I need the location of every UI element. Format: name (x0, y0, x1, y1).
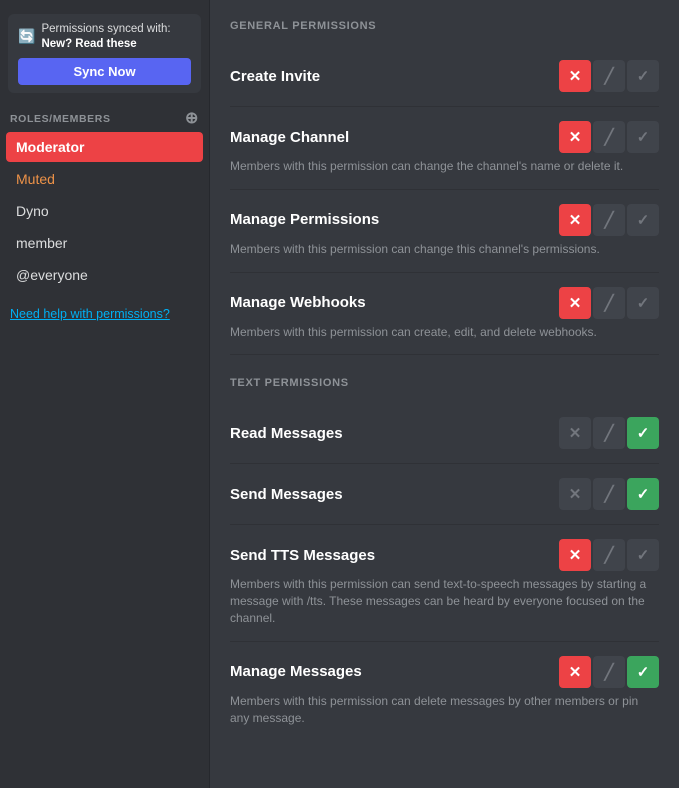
sidebar-item-dyno[interactable]: Dyno (6, 196, 203, 226)
allow-read-messages[interactable]: ✓ (627, 417, 659, 449)
permission-send-tts: Send TTS Messages ✕ ╱ ✓ Members with thi… (230, 525, 659, 641)
neutral-read-messages[interactable]: ╱ (593, 417, 625, 449)
sync-banner-top: 🔄 Permissions synced with: New? Read the… (18, 22, 191, 52)
neutral-manage-channel[interactable]: ╱ (593, 121, 625, 153)
permission-desc-manage-webhooks: Members with this permission can create,… (230, 324, 659, 341)
neutral-manage-permissions[interactable]: ╱ (593, 204, 625, 236)
sync-now-button[interactable]: Sync Now (18, 58, 191, 85)
permission-desc-manage-permissions: Members with this permission can change … (230, 241, 659, 258)
sync-banner: 🔄 Permissions synced with: New? Read the… (8, 14, 201, 93)
toggle-group-manage-permissions: ✕ ╱ ✓ (559, 204, 659, 236)
sidebar-item-everyone[interactable]: @everyone (6, 260, 203, 290)
sync-banner-text: Permissions synced with: New? Read these (41, 22, 191, 52)
sidebar-item-member[interactable]: member (6, 228, 203, 258)
permission-name-read-messages: Read Messages (230, 425, 343, 442)
toggle-group-read-messages: ✕ ╱ ✓ (559, 417, 659, 449)
toggle-group-manage-messages: ✕ ╱ ✓ (559, 656, 659, 688)
neutral-send-tts[interactable]: ╱ (593, 539, 625, 571)
toggle-group-send-tts: ✕ ╱ ✓ (559, 539, 659, 571)
toggle-group-manage-webhooks: ✕ ╱ ✓ (559, 287, 659, 319)
deny-create-invite[interactable]: ✕ (559, 60, 591, 92)
permission-name-manage-messages: Manage Messages (230, 663, 362, 680)
deny-manage-permissions[interactable]: ✕ (559, 204, 591, 236)
allow-manage-channel[interactable]: ✓ (627, 121, 659, 153)
permission-name-manage-channel: Manage Channel (230, 129, 349, 146)
permission-name-send-messages: Send Messages (230, 486, 343, 503)
permission-name-create-invite: Create Invite (230, 68, 320, 85)
permission-desc-manage-messages: Members with this permission can delete … (230, 693, 659, 727)
permission-desc-manage-channel: Members with this permission can change … (230, 158, 659, 175)
deny-send-tts[interactable]: ✕ (559, 539, 591, 571)
text-section-header: TEXT PERMISSIONS (230, 377, 659, 389)
main-content: GENERAL PERMISSIONS Create Invite ✕ ╱ ✓ … (210, 0, 679, 788)
allow-send-tts[interactable]: ✓ (627, 539, 659, 571)
permission-create-invite: Create Invite ✕ ╱ ✓ (230, 46, 659, 107)
permission-name-send-tts: Send TTS Messages (230, 547, 375, 564)
allow-manage-messages[interactable]: ✓ (627, 656, 659, 688)
deny-manage-channel[interactable]: ✕ (559, 121, 591, 153)
deny-read-messages[interactable]: ✕ (559, 417, 591, 449)
permission-send-messages: Send Messages ✕ ╱ ✓ (230, 464, 659, 525)
permission-manage-webhooks: Manage Webhooks ✕ ╱ ✓ Members with this … (230, 273, 659, 356)
neutral-manage-messages[interactable]: ╱ (593, 656, 625, 688)
neutral-create-invite[interactable]: ╱ (593, 60, 625, 92)
permission-name-manage-webhooks: Manage Webhooks (230, 294, 366, 311)
permission-name-manage-permissions: Manage Permissions (230, 211, 379, 228)
permission-manage-channel: Manage Channel ✕ ╱ ✓ Members with this p… (230, 107, 659, 190)
permission-manage-permissions: Manage Permissions ✕ ╱ ✓ Members with th… (230, 190, 659, 273)
allow-create-invite[interactable]: ✓ (627, 60, 659, 92)
sidebar-item-muted[interactable]: Muted (6, 164, 203, 194)
sync-icon: 🔄 (18, 28, 35, 45)
toggle-group-create-invite: ✕ ╱ ✓ (559, 60, 659, 92)
permission-read-messages: Read Messages ✕ ╱ ✓ (230, 403, 659, 464)
sync-link[interactable]: New? Read these (41, 38, 136, 50)
sidebar: 🔄 Permissions synced with: New? Read the… (0, 0, 210, 788)
permission-desc-send-tts: Members with this permission can send te… (230, 576, 659, 626)
roles-section-label: ROLES/MEMBERS ⊕ (0, 99, 209, 131)
allow-manage-permissions[interactable]: ✓ (627, 204, 659, 236)
toggle-group-manage-channel: ✕ ╱ ✓ (559, 121, 659, 153)
allow-send-messages[interactable]: ✓ (627, 478, 659, 510)
allow-manage-webhooks[interactable]: ✓ (627, 287, 659, 319)
toggle-group-send-messages: ✕ ╱ ✓ (559, 478, 659, 510)
deny-manage-messages[interactable]: ✕ (559, 656, 591, 688)
deny-send-messages[interactable]: ✕ (559, 478, 591, 510)
deny-manage-webhooks[interactable]: ✕ (559, 287, 591, 319)
add-role-icon[interactable]: ⊕ (185, 111, 199, 127)
general-section-header: GENERAL PERMISSIONS (230, 20, 659, 32)
sidebar-item-moderator[interactable]: Moderator (6, 132, 203, 162)
permission-manage-messages: Manage Messages ✕ ╱ ✓ Members with this … (230, 642, 659, 741)
neutral-manage-webhooks[interactable]: ╱ (593, 287, 625, 319)
help-link[interactable]: Need help with permissions? (0, 291, 209, 329)
neutral-send-messages[interactable]: ╱ (593, 478, 625, 510)
